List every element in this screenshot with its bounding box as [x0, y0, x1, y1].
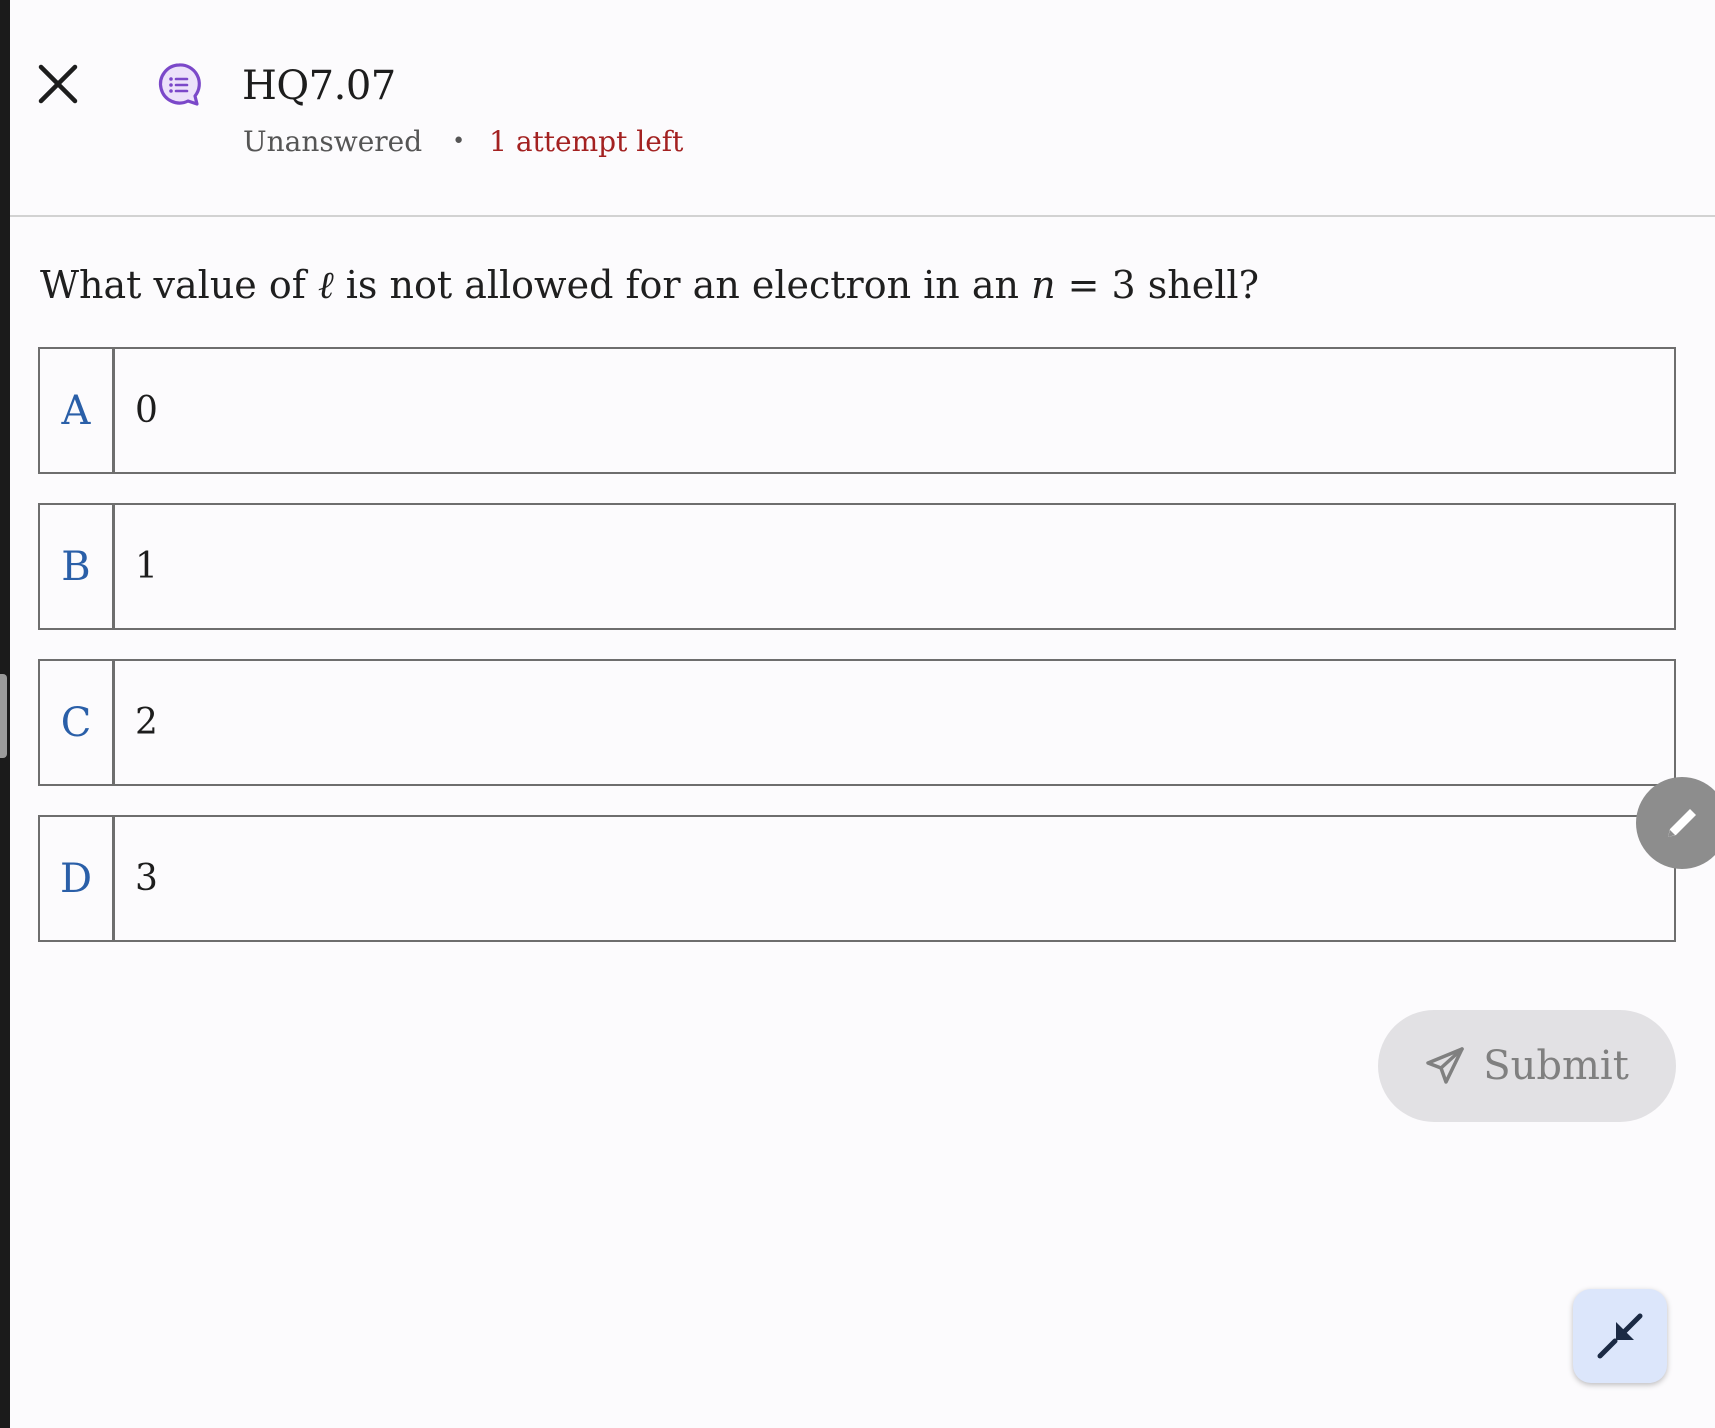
- separator-dot: •: [452, 129, 466, 154]
- question-text: What value of ℓ is not allowed for an el…: [40, 259, 1259, 311]
- question-middle: is not allowed for an electron in an: [333, 263, 1032, 307]
- attempts-left: 1 attempt left: [489, 125, 684, 158]
- drawer-handle[interactable]: [0, 674, 7, 758]
- option-text: 1: [135, 546, 158, 587]
- option-letter: C: [40, 661, 115, 784]
- option-text: 3: [135, 858, 158, 899]
- collapse-button[interactable]: [1573, 1289, 1667, 1383]
- quiz-chat-icon: [155, 61, 203, 109]
- question-prefix: What value of: [40, 263, 318, 307]
- question-suffix: = 3 shell?: [1055, 263, 1259, 307]
- option-text: 0: [135, 390, 158, 431]
- option-d[interactable]: D 3: [38, 815, 1676, 942]
- option-c[interactable]: C 2: [38, 659, 1676, 786]
- symbol-l: ℓ: [317, 263, 334, 307]
- option-b[interactable]: B 1: [38, 503, 1676, 630]
- submit-button[interactable]: Submit: [1378, 1010, 1676, 1122]
- question-title: HQ7.07: [242, 63, 396, 109]
- send-icon: [1425, 1046, 1465, 1086]
- close-button[interactable]: [32, 58, 84, 110]
- question-meta: Unanswered • 1 attempt left: [243, 124, 683, 160]
- close-icon: [38, 64, 78, 104]
- option-letter: D: [40, 817, 115, 940]
- symbol-n: n: [1031, 263, 1056, 307]
- option-text: 2: [135, 702, 158, 743]
- option-letter: B: [40, 505, 115, 628]
- submit-label: Submit: [1483, 1043, 1629, 1089]
- collapse-icon: [1597, 1313, 1643, 1359]
- status-text: Unanswered: [243, 125, 423, 158]
- header-divider: [10, 215, 1715, 217]
- pencil-icon: [1668, 809, 1696, 837]
- option-letter: A: [40, 349, 115, 472]
- option-a[interactable]: A 0: [38, 347, 1676, 474]
